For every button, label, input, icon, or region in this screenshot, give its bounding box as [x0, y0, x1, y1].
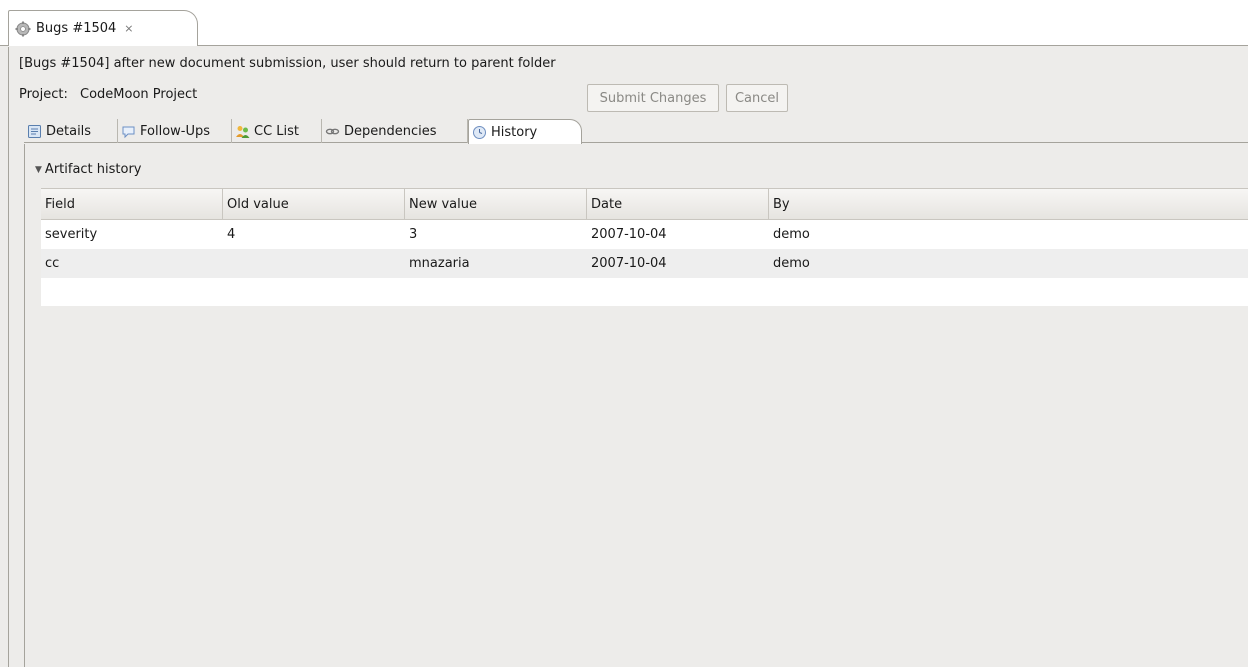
table-cell: 2007-10-04 [591, 256, 667, 271]
dependencies-icon [325, 128, 340, 134]
history-icon [473, 125, 486, 139]
table-cell: 4 [227, 227, 236, 242]
project-row: Project: CodeMoon Project [19, 87, 197, 102]
table-cell: mnazaria [409, 256, 470, 271]
table-row-empty [41, 278, 1248, 306]
chevron-down-icon: ▼ [35, 164, 42, 175]
history-table: Field Old value New value Date By severi… [41, 188, 1248, 306]
column-header-old-value[interactable]: Old value [223, 189, 405, 219]
table-cell: 3 [409, 227, 418, 242]
close-icon[interactable]: ⨯ [124, 22, 133, 35]
tab-dependencies[interactable]: Dependencies [322, 119, 468, 143]
editor-tab-bugs-1504[interactable]: Bugs #1504 ⨯ [8, 10, 198, 46]
table-cell: demo [773, 227, 810, 242]
table-cell: severity [45, 227, 98, 242]
gear-icon [15, 21, 31, 36]
followups-icon [122, 126, 135, 138]
table-cell: demo [773, 256, 810, 271]
cclist-icon [236, 125, 250, 138]
table-cell: cc [45, 256, 60, 271]
tab-dependencies-label: Dependencies [344, 123, 437, 139]
table-cell: 2007-10-04 [591, 227, 667, 242]
tab-cc-list-label: CC List [254, 123, 300, 139]
tab-history[interactable]: History [468, 119, 582, 144]
cancel-button[interactable]: Cancel [726, 84, 788, 112]
artifact-history-section-toggle[interactable]: ▼ Artifact history [35, 162, 142, 177]
editor-tab-bar: Bugs #1504 ⨯ [0, 0, 1248, 46]
table-row[interactable]: severity 4 3 2007-10-04 demo [41, 220, 1248, 249]
subtab-bar: Details Follow-Ups CC List Dependencies [24, 119, 1248, 144]
table-header: Field Old value New value Date By [41, 188, 1248, 220]
tab-details-label: Details [46, 123, 92, 139]
table-row[interactable]: cc mnazaria 2007-10-04 demo [41, 249, 1248, 278]
project-value: CodeMoon Project [80, 87, 198, 102]
column-header-date[interactable]: Date [587, 189, 769, 219]
tab-details[interactable]: Details [24, 119, 118, 143]
tab-history-label: History [491, 124, 538, 140]
tab-follow-ups[interactable]: Follow-Ups [118, 119, 232, 143]
table-cell [223, 249, 405, 278]
editor-window: Bugs #1504 ⨯ [Bugs #1504] after new docu… [0, 0, 1248, 667]
column-header-field[interactable]: Field [41, 189, 223, 219]
submit-changes-button[interactable]: Submit Changes [587, 84, 719, 112]
editor-tab-title: Bugs #1504 [36, 21, 117, 36]
project-label: Project: [19, 87, 68, 102]
history-panel: ▼ Artifact history Field Old value New v… [24, 144, 1248, 667]
column-header-new-value[interactable]: New value [405, 189, 587, 219]
bug-summary: [Bugs #1504] after new document submissi… [19, 56, 556, 71]
section-title: Artifact history [44, 162, 142, 177]
details-icon [28, 124, 41, 138]
column-header-by[interactable]: By [769, 189, 1248, 219]
tab-follow-ups-label: Follow-Ups [140, 123, 211, 139]
tab-cc-list[interactable]: CC List [232, 119, 322, 143]
